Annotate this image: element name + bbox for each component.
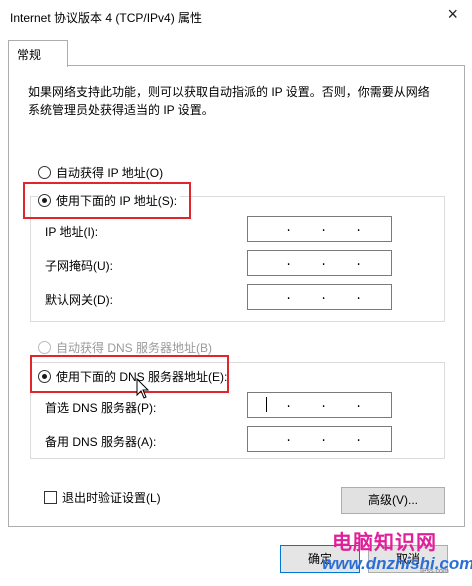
window-title: Internet 协议版本 4 (TCP/IPv4) 属性 <box>10 11 203 25</box>
mouse-pointer-icon <box>136 378 150 399</box>
alternate-dns-input[interactable]: ... <box>247 426 392 452</box>
radio-auto-dns-label: 自动获得 DNS 服务器地址(B) <box>56 341 213 355</box>
watermark-small: IPss.com <box>420 568 449 575</box>
tab-general-label: 常规 <box>17 48 42 62</box>
radio-auto-ip[interactable]: 自动获得 IP 地址(O) <box>38 164 163 181</box>
tab-general[interactable]: 常规 <box>8 40 68 67</box>
ip-address-input[interactable]: ... <box>247 216 392 242</box>
title-bar: Internet 协议版本 4 (TCP/IPv4) 属性 × <box>0 0 472 32</box>
watermark-url: www.dnzhishi.com <box>322 554 472 573</box>
advanced-button[interactable]: 高级(V)... <box>341 487 445 514</box>
preferred-dns-input[interactable]: ... <box>247 392 392 418</box>
close-icon[interactable]: × <box>447 4 458 25</box>
alternate-dns-label: 备用 DNS 服务器(A): <box>45 435 157 449</box>
validate-on-exit-checkbox[interactable]: 退出时验证设置(L) <box>44 489 161 506</box>
default-gateway-input[interactable]: ... <box>247 284 392 310</box>
radio-auto-ip-label: 自动获得 IP 地址(O) <box>56 166 164 180</box>
highlight-box-ip <box>23 182 191 219</box>
text-caret <box>266 397 267 412</box>
validate-on-exit-label: 退出时验证设置(L) <box>62 491 161 505</box>
preferred-dns-label: 首选 DNS 服务器(P): <box>45 401 157 415</box>
watermark-title: 电脑知识网 <box>332 532 437 554</box>
default-gateway-label: 默认网关(D): <box>45 293 113 307</box>
subnet-mask-input[interactable]: ... <box>247 250 392 276</box>
radio-circle-auto-ip[interactable] <box>38 166 51 179</box>
checkbox-box[interactable] <box>44 491 57 504</box>
highlight-box-dns <box>30 355 229 393</box>
subnet-mask-label: 子网掩码(U): <box>45 259 113 273</box>
radio-auto-dns[interactable]: 自动获得 DNS 服务器地址(B) <box>38 339 212 356</box>
description-text: 如果网络支持此功能，则可以获取自动指派的 IP 设置。否则，你需要从网络系统管理… <box>28 85 430 117</box>
radio-circle-auto-dns[interactable] <box>38 341 51 354</box>
ip-address-label: IP 地址(I): <box>45 225 99 239</box>
